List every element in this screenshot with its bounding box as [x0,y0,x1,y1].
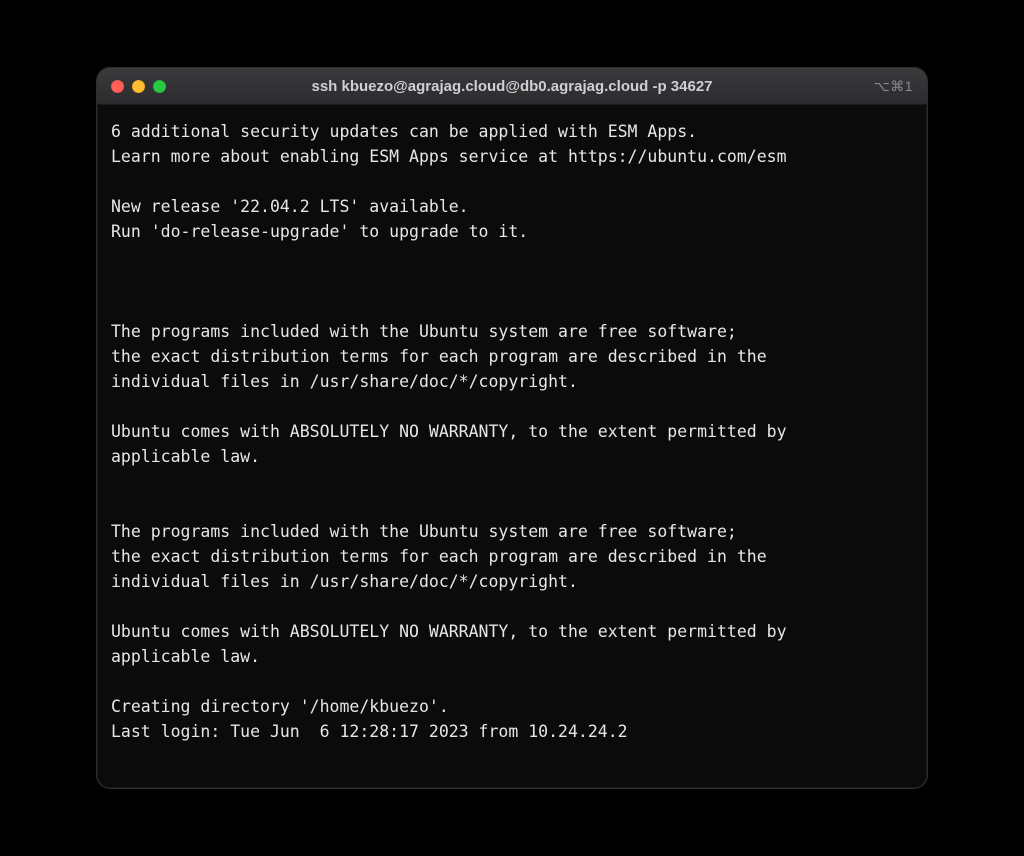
window-title: ssh kbuezo@agrajag.cloud@db0.agrajag.clo… [97,78,927,95]
minimize-icon[interactable] [132,80,145,93]
stage: ssh kbuezo@agrajag.cloud@db0.agrajag.clo… [0,0,1024,856]
terminal-output[interactable]: 6 additional security updates can be app… [97,105,927,788]
titlebar[interactable]: ssh kbuezo@agrajag.cloud@db0.agrajag.clo… [97,68,927,105]
close-icon[interactable] [111,80,124,93]
window-shortcut-hint: ⌥⌘1 [874,78,913,95]
maximize-icon[interactable] [153,80,166,93]
traffic-lights [111,80,166,93]
terminal-window: ssh kbuezo@agrajag.cloud@db0.agrajag.clo… [96,67,928,789]
